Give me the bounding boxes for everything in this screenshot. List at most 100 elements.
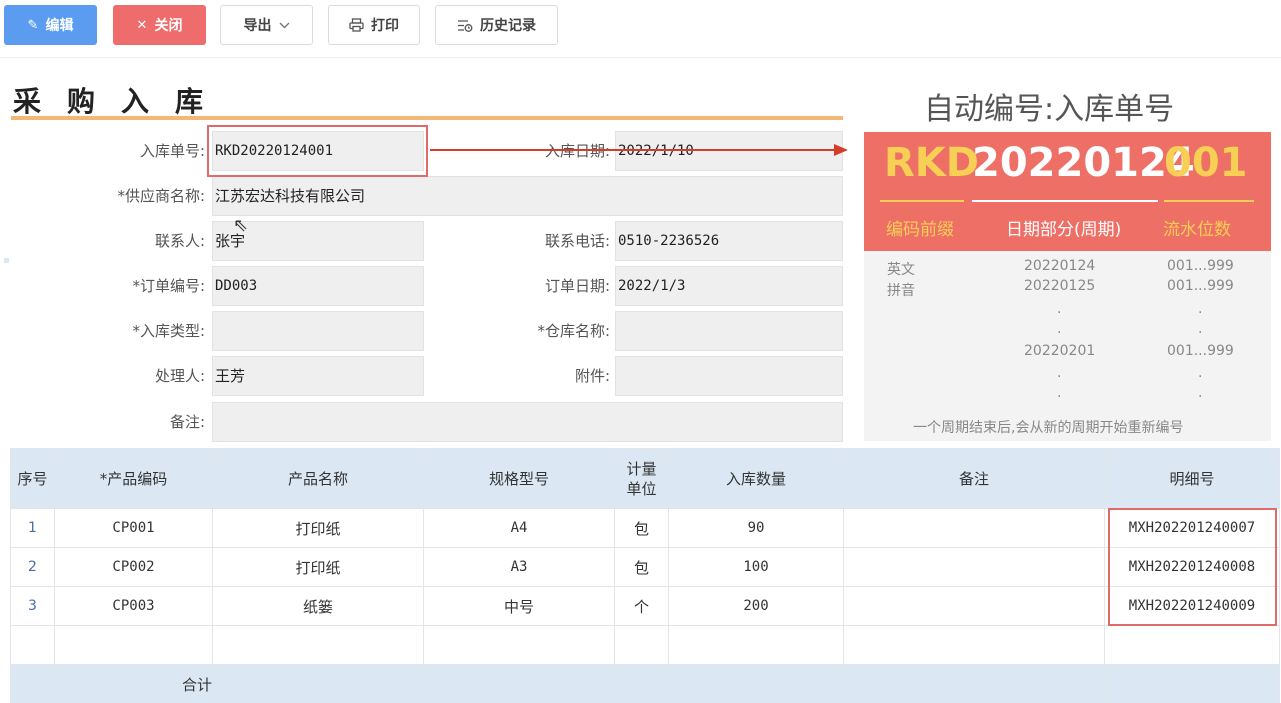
product-code-cell[interactable]: CP003 xyxy=(54,586,213,626)
spec-cell[interactable] xyxy=(423,625,615,665)
attachment-field[interactable] xyxy=(615,356,843,396)
column-header: 入库数量 xyxy=(668,448,844,509)
row-index-cell: 3 xyxy=(10,586,55,626)
product-code-cell[interactable] xyxy=(54,625,213,665)
serial-example: 001...999 xyxy=(1167,343,1234,359)
column-header: 明细号 xyxy=(1104,448,1280,509)
code-structure-panel: RKD 20220124 001 编码前缀 日期部分(周期) 流水位数 xyxy=(864,132,1271,251)
remark-label: 备注: xyxy=(169,413,205,431)
column-header: 计量单位 xyxy=(614,448,669,509)
code-date: 20220124 xyxy=(972,140,1195,186)
date-example: 20220124 xyxy=(1024,258,1096,274)
remark-cell[interactable] xyxy=(843,586,1105,626)
unit-cell[interactable]: 个 xyxy=(614,586,669,626)
close-button-label: 关闭 xyxy=(154,18,183,34)
column-header: 规格型号 xyxy=(423,448,615,509)
total-cell xyxy=(1104,664,1280,703)
prefix-underline xyxy=(880,200,964,202)
receipt-no-label: 入库单号: xyxy=(139,142,205,160)
side-marker xyxy=(4,258,9,263)
table-row[interactable]: 3 CP003 纸篓 中号 个 200 MXH202201240009 xyxy=(10,586,1280,626)
table-row-empty[interactable] xyxy=(10,625,1280,665)
serial-underline xyxy=(1164,200,1254,202)
total-cell xyxy=(614,664,669,703)
unit-cell[interactable] xyxy=(614,625,669,665)
remark-cell[interactable] xyxy=(843,625,1105,665)
close-button[interactable]: ✕ 关闭 xyxy=(113,5,206,45)
remark-field[interactable] xyxy=(212,402,843,442)
serial-segment-label: 流水位数 xyxy=(1163,220,1231,240)
table-row[interactable]: 1 CP001 打印纸 A4 包 90 MXH202201240007 xyxy=(10,508,1280,548)
export-dropdown-button[interactable]: 导出 xyxy=(220,5,313,45)
date-segment-label: 日期部分(周期) xyxy=(1006,220,1122,240)
row-index-cell: 2 xyxy=(10,547,55,587)
order-no-label: *订单编号: xyxy=(132,277,205,295)
handler-field[interactable]: 王芳 xyxy=(212,356,424,396)
spec-cell[interactable]: A3 xyxy=(423,547,615,587)
product-name-cell[interactable]: 打印纸 xyxy=(212,508,424,548)
serial-example: . xyxy=(1198,301,1203,317)
quantity-cell[interactable]: 200 xyxy=(668,586,844,626)
column-header: 序号 xyxy=(10,448,55,509)
print-button[interactable]: 打印 xyxy=(328,5,420,45)
unit-cell[interactable]: 包 xyxy=(614,547,669,587)
table-header-row: 序号 *产品编码 产品名称 规格型号 计量单位 入库数量 备注 明细号 xyxy=(10,448,1280,509)
detail-no-cell xyxy=(1104,625,1280,665)
receipt-type-select[interactable] xyxy=(212,311,424,351)
receipt-date-label: 入库日期: xyxy=(544,142,610,160)
date-example: . xyxy=(1057,385,1062,401)
phone-label: 联系电话: xyxy=(544,232,610,250)
chevron-down-icon xyxy=(279,22,289,28)
receipt-date-field[interactable]: 2022/1/10 xyxy=(615,131,843,171)
spec-cell[interactable]: A4 xyxy=(423,508,615,548)
remark-cell[interactable] xyxy=(843,547,1105,587)
phone-field[interactable]: 0510-2236526 xyxy=(615,221,843,261)
serial-example: . xyxy=(1198,321,1203,337)
annotation-arrow-head xyxy=(834,144,848,156)
product-name-cell[interactable] xyxy=(212,625,424,665)
code-prefix: RKD xyxy=(884,140,979,186)
total-label: 合计 xyxy=(10,664,213,703)
receipt-type-label: *入库类型: xyxy=(132,322,205,340)
order-date-field[interactable]: 2022/1/3 xyxy=(615,266,843,306)
prefix-example: 拼音 xyxy=(887,283,915,299)
spec-cell[interactable]: 中号 xyxy=(423,586,615,626)
quantity-cell[interactable]: 100 xyxy=(668,547,844,587)
annotation-title: 自动编号:入库单号 xyxy=(924,92,1175,127)
order-no-field[interactable]: DD003 xyxy=(212,266,424,306)
supplier-field[interactable]: 江苏宏达科技有限公司 xyxy=(212,176,843,216)
order-date-label: 订单日期: xyxy=(544,277,610,295)
total-cell xyxy=(843,664,1105,703)
pencil-icon: ✎ xyxy=(27,17,39,33)
column-header: 产品名称 xyxy=(212,448,424,509)
toolbar: ✎ 编辑 ✕ 关闭 导出 打印 历史记录 xyxy=(0,0,1281,56)
date-underline xyxy=(972,200,1158,202)
annotation-footnote: 一个周期结束后,会从新的周期开始重新编号 xyxy=(913,420,1184,436)
history-button-label: 历史记录 xyxy=(480,18,536,34)
contact-label: 联系人: xyxy=(154,232,205,250)
page-title: 采购入库 xyxy=(13,85,230,118)
quantity-cell[interactable] xyxy=(668,625,844,665)
mouse-cursor-icon: ⇖ xyxy=(233,215,249,236)
column-header: 备注 xyxy=(843,448,1105,509)
unit-cell[interactable]: 包 xyxy=(614,508,669,548)
product-name-cell[interactable]: 打印纸 xyxy=(212,547,424,587)
history-list-icon xyxy=(458,19,473,32)
handler-label: 处理人: xyxy=(154,367,205,385)
printer-icon xyxy=(349,18,364,32)
detail-no-highlight xyxy=(1108,508,1277,626)
date-example: . xyxy=(1057,321,1062,337)
quantity-cell[interactable]: 90 xyxy=(668,508,844,548)
warehouse-select[interactable] xyxy=(615,311,843,351)
receipt-no-highlight xyxy=(207,125,428,177)
unit-header-label: 计量单位 xyxy=(626,459,657,498)
remark-cell[interactable] xyxy=(843,508,1105,548)
date-example: . xyxy=(1057,301,1062,317)
table-row[interactable]: 2 CP002 打印纸 A3 包 100 MXH202201240008 xyxy=(10,547,1280,587)
history-button[interactable]: 历史记录 xyxy=(435,5,558,45)
product-code-cell[interactable]: CP002 xyxy=(54,547,213,587)
product-code-cell[interactable]: CP001 xyxy=(54,508,213,548)
toolbar-divider xyxy=(0,57,1281,58)
product-name-cell[interactable]: 纸篓 xyxy=(212,586,424,626)
edit-button[interactable]: ✎ 编辑 xyxy=(4,5,97,45)
